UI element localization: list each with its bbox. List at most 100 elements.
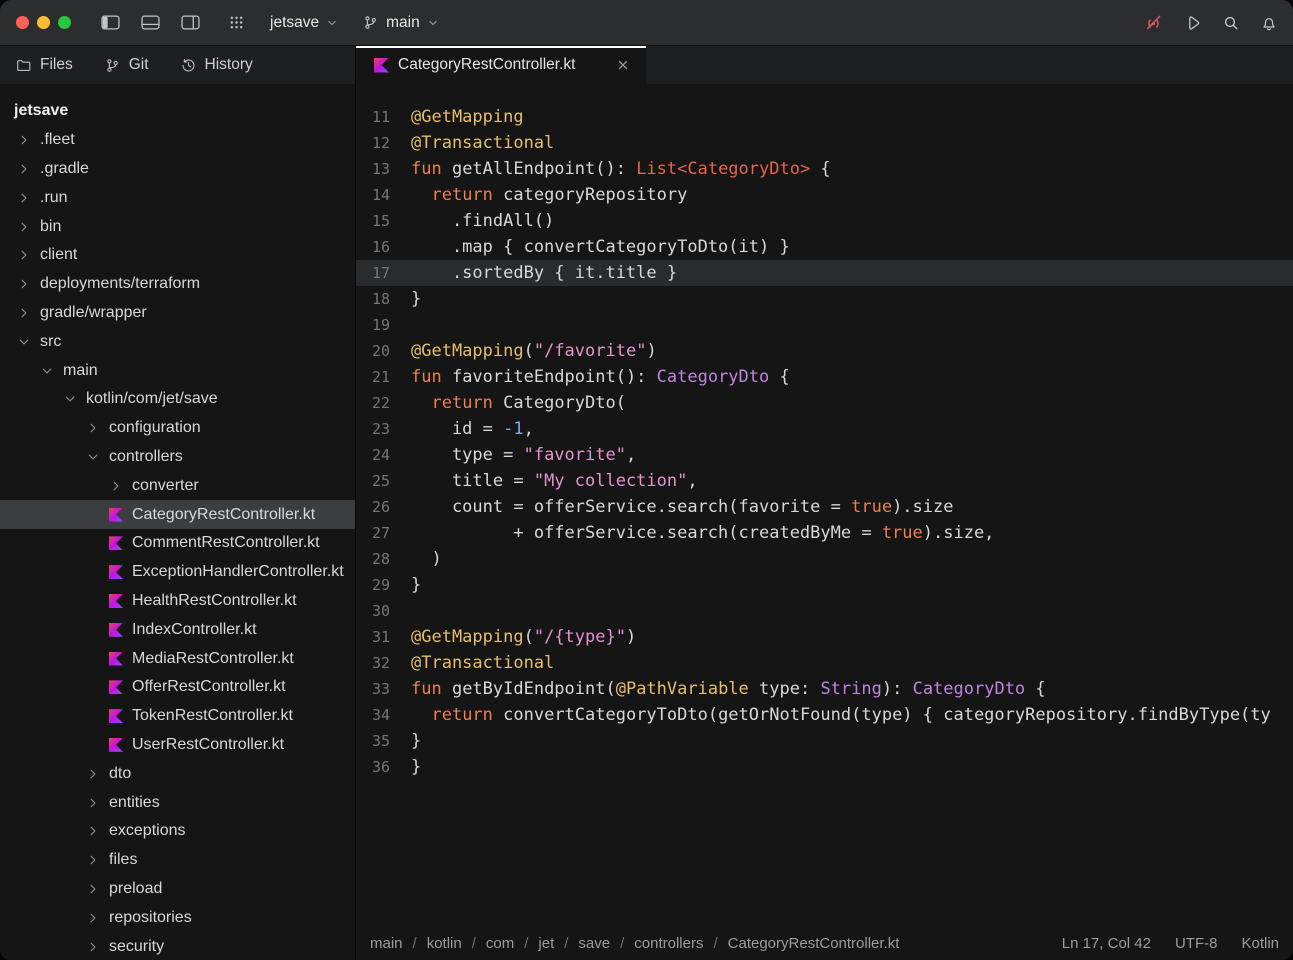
minimize-button[interactable] [37,16,50,29]
breadcrumb-item[interactable]: CategoryRestController.kt [728,935,900,952]
breadcrumb-item[interactable]: com [486,935,514,952]
chevron-right-icon[interactable] [85,422,101,434]
code-line[interactable]: 21fun favoriteEndpoint(): CategoryDto { [356,364,1293,390]
breadcrumb-item[interactable]: jet [538,935,554,952]
tree-item[interactable]: .gradle [0,155,355,184]
chevron-right-icon[interactable] [16,307,32,319]
file-language[interactable]: Kotlin [1241,935,1279,952]
chevron-right-icon[interactable] [85,883,101,895]
tree-item[interactable]: client [0,241,355,270]
tree-item[interactable]: CategoryRestController.kt [0,500,355,529]
code-line[interactable]: 33fun getByIdEndpoint(@PathVariable type… [356,676,1293,702]
tree-item[interactable]: converter [0,471,355,500]
chevron-right-icon[interactable] [108,480,124,492]
code-line[interactable]: 24 type = "favorite", [356,442,1293,468]
code-line[interactable]: 36} [356,754,1293,780]
editor-tab[interactable]: CategoryRestController.kt [356,46,646,84]
chevron-down-icon[interactable] [62,393,78,405]
tree-item[interactable]: MediaRestController.kt [0,644,355,673]
tree-item[interactable]: controllers [0,443,355,472]
tree-item[interactable]: kotlin/com/jet/save [0,385,355,414]
tree-item[interactable]: bin [0,212,355,241]
code-line[interactable]: 30 [356,598,1293,624]
sidebar-tab-git[interactable]: Git [105,56,149,74]
chevron-down-icon[interactable] [85,451,101,463]
code-line[interactable]: 15 .findAll() [356,208,1293,234]
sidebar-tab-history[interactable]: History [181,56,253,74]
breadcrumb-item[interactable]: controllers [634,935,703,952]
file-encoding[interactable]: UTF-8 [1175,935,1218,952]
code-line[interactable]: 35} [356,728,1293,754]
breadcrumb-item[interactable]: save [578,935,610,952]
tree-item[interactable]: jetsave [0,97,355,126]
chevron-right-icon[interactable] [85,797,101,809]
chevron-right-icon[interactable] [85,768,101,780]
caret-position[interactable]: Ln 17, Col 42 [1062,935,1151,952]
code-line[interactable]: 12@Transactional [356,130,1293,156]
breadcrumb-item[interactable]: main [370,935,403,952]
code-line[interactable]: 16 .map { convertCategoryToDto(it) } [356,234,1293,260]
chevron-right-icon[interactable] [16,134,32,146]
tree-item[interactable]: OfferRestController.kt [0,673,355,702]
connection-status-button[interactable] [1144,13,1163,32]
code-line[interactable]: 11@GetMapping [356,104,1293,130]
tree-item[interactable]: configuration [0,414,355,443]
code-line[interactable]: 34 return convertCategoryToDto(getOrNotF… [356,702,1293,728]
code-line[interactable]: 27 + offerService.search(createdByMe = t… [356,520,1293,546]
chevron-right-icon[interactable] [16,192,32,204]
tree-item[interactable]: main [0,356,355,385]
code-line[interactable]: 23 id = -1, [356,416,1293,442]
chevron-right-icon[interactable] [85,854,101,866]
chevron-down-icon[interactable] [39,365,55,377]
code-line[interactable]: 31@GetMapping("/{type}") [356,624,1293,650]
code-line[interactable]: 28 ) [356,546,1293,572]
tree-item[interactable]: preload [0,875,355,904]
tree-item[interactable]: repositories [0,903,355,932]
notifications-button[interactable] [1261,15,1277,31]
chevron-right-icon[interactable] [16,163,32,175]
toggle-bottom-panel-button[interactable] [141,15,160,30]
branch-switcher[interactable]: main [363,14,438,32]
tree-item[interactable]: IndexController.kt [0,615,355,644]
code-line[interactable]: 18} [356,286,1293,312]
breadcrumb-item[interactable]: kotlin [427,935,462,952]
code-line[interactable]: 19 [356,312,1293,338]
chevron-right-icon[interactable] [16,221,32,233]
tree-item[interactable]: HealthRestController.kt [0,587,355,616]
chevron-right-icon[interactable] [85,941,101,953]
chevron-right-icon[interactable] [85,912,101,924]
search-button[interactable] [1223,15,1239,31]
code-line[interactable]: 29} [356,572,1293,598]
project-switcher[interactable]: jetsave [270,14,337,32]
tree-item[interactable]: entities [0,788,355,817]
code-line[interactable]: 32@Transactional [356,650,1293,676]
tree-item[interactable]: exceptions [0,817,355,846]
toggle-left-panel-button[interactable] [101,15,120,30]
tree-item[interactable]: ExceptionHandlerController.kt [0,558,355,587]
code-line[interactable]: 20@GetMapping("/favorite") [356,338,1293,364]
chevron-right-icon[interactable] [16,249,32,261]
zoom-button[interactable] [58,16,71,29]
code-line[interactable]: 25 title = "My collection", [356,468,1293,494]
tree-item[interactable]: gradle/wrapper [0,299,355,328]
code-line[interactable]: 14 return categoryRepository [356,182,1293,208]
code-line[interactable]: 17 .sortedBy { it.title } [356,260,1293,286]
toggle-right-panel-button[interactable] [181,15,200,30]
code-line[interactable]: 13fun getAllEndpoint(): List<CategoryDto… [356,156,1293,182]
tree-item[interactable]: security [0,932,355,960]
code-line[interactable]: 22 return CategoryDto( [356,390,1293,416]
tree-item[interactable]: CommentRestController.kt [0,529,355,558]
tree-item[interactable]: src [0,327,355,356]
tree-item[interactable]: files [0,846,355,875]
tab-close-button[interactable] [616,58,630,72]
tree-item[interactable]: .fleet [0,126,355,155]
tree-item[interactable]: .run [0,183,355,212]
code-line[interactable]: 26 count = offerService.search(favorite … [356,494,1293,520]
chevron-right-icon[interactable] [85,825,101,837]
workspaces-button[interactable] [229,15,244,30]
tree-item[interactable]: dto [0,759,355,788]
close-button[interactable] [16,16,29,29]
tree-item[interactable]: deployments/terraform [0,270,355,299]
sidebar-tab-files[interactable]: Files [16,56,73,74]
run-button[interactable] [1185,15,1201,31]
